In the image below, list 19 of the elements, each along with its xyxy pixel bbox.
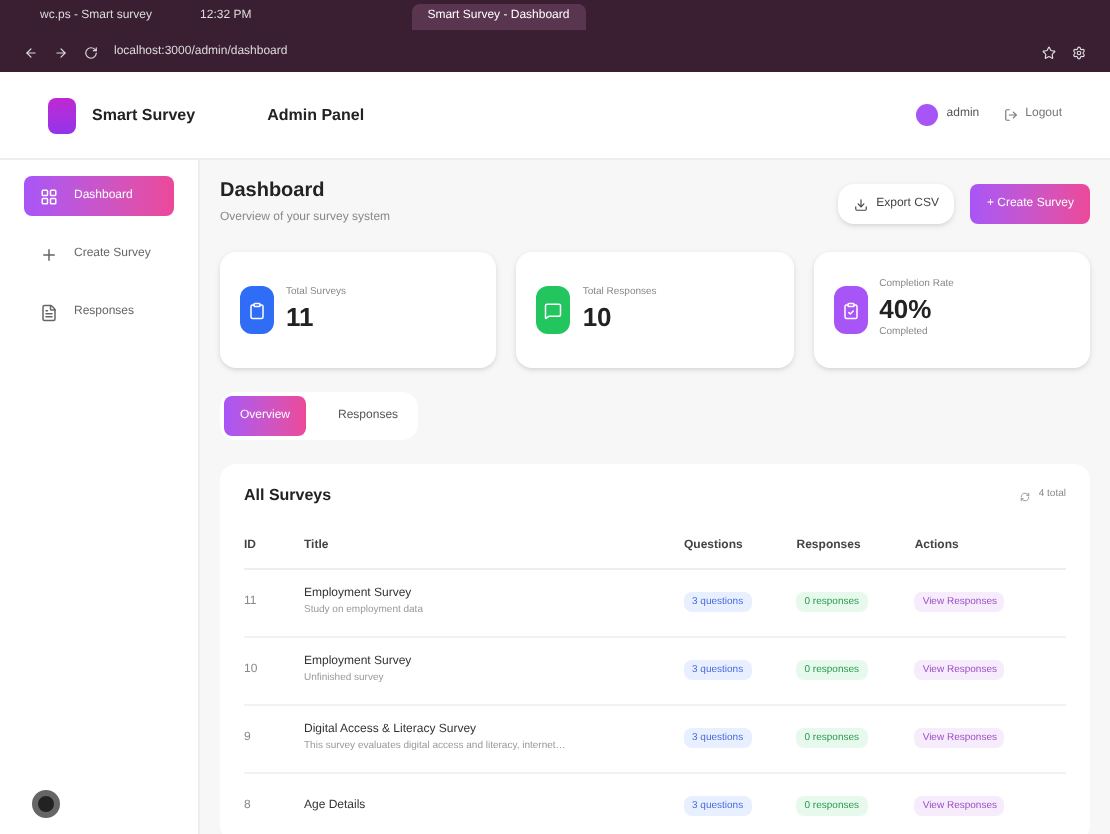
grid-icon (40, 187, 58, 205)
star-icon[interactable] (1042, 46, 1056, 60)
brand-name: Smart Survey (92, 103, 196, 127)
page-title: Dashboard (220, 178, 327, 206)
document-icon (40, 303, 58, 321)
stat-value: 10 (582, 301, 614, 334)
logout-icon (1003, 108, 1018, 122)
download-icon (854, 197, 869, 211)
refresh-icon (1020, 491, 1031, 501)
card-title: All Surveys (244, 484, 332, 508)
panel-title: Admin Panel (267, 103, 365, 127)
stat-value: 11 (286, 301, 316, 334)
reload-icon[interactable] (84, 46, 98, 60)
back-icon[interactable] (24, 46, 38, 60)
settings-icon[interactable] (1072, 46, 1086, 60)
logo-icon (48, 97, 76, 133)
forward-icon[interactable] (54, 46, 68, 60)
stat-value: 40% (879, 293, 934, 326)
plus-icon (40, 245, 58, 263)
